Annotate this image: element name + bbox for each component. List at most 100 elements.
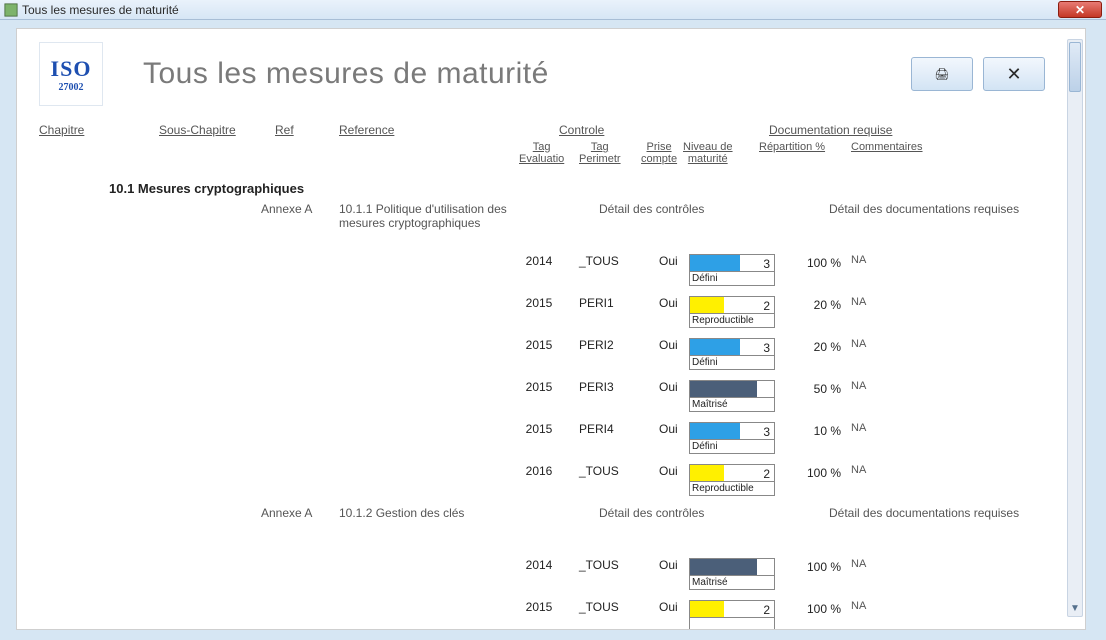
- niveau-label: Défini: [689, 272, 775, 286]
- subcol-repartition: Répartition %: [759, 141, 825, 153]
- refs-container: Annexe A 10.1.1 Politique d'utilisation d…: [39, 202, 1045, 629]
- niveau-bar: 4: [689, 380, 775, 398]
- cell-tag-eval: 2015: [519, 338, 559, 352]
- niveau-bar: 2: [689, 464, 775, 482]
- detail-doc-link[interactable]: Détail des documentations requises: [829, 506, 1019, 520]
- niveau-label: Défini: [689, 356, 775, 370]
- data-row: 2015PERI4Oui3Défini10 %NA: [39, 422, 1045, 464]
- niveau-value: 3: [763, 425, 770, 439]
- cell-niveau: 4Maîtrisé: [689, 558, 775, 590]
- cell-repartition: 20 %: [791, 298, 841, 312]
- cell-tag-perim: _TOUS: [579, 600, 639, 614]
- cell-tag-eval: 2014: [519, 254, 559, 268]
- cell-niveau: 3Défini: [689, 338, 775, 370]
- cell-tag-eval: 2015: [519, 380, 559, 394]
- data-row: 2015PERI3Oui4Maîtrisé50 %NA: [39, 380, 1045, 422]
- data-row: 2016_TOUSOui2Reproductible100 %NA: [39, 464, 1045, 506]
- niveau-bar: 3: [689, 422, 775, 440]
- cell-prise: Oui: [659, 464, 689, 478]
- col-ref: Ref: [275, 123, 294, 137]
- report-header: ISO 27002 Tous les mesures de maturité 🖨…: [39, 39, 1045, 109]
- annexe-label: Annexe A: [261, 202, 312, 216]
- cell-tag-eval: 2015: [519, 296, 559, 310]
- detail-controles-link[interactable]: Détail des contrôles: [599, 202, 704, 216]
- niveau-label: Défini: [689, 440, 775, 454]
- cell-niveau: 2Reproductible: [689, 296, 775, 328]
- logo-27002-text: 27002: [59, 82, 84, 93]
- logo-iso-text: ISO: [51, 56, 92, 82]
- scroll-thumb[interactable]: [1069, 42, 1081, 92]
- cell-tag-perim: PERI2: [579, 338, 639, 352]
- iso-logo: ISO 27002: [39, 42, 103, 106]
- niveau-bar: 2: [689, 600, 775, 618]
- report-body: ISO 27002 Tous les mesures de maturité 🖨…: [17, 29, 1067, 629]
- niveau-bar: 3: [689, 254, 775, 272]
- cell-commentaire: NA: [851, 422, 866, 434]
- data-row: 2015PERI1Oui2Reproductible20 %NA: [39, 296, 1045, 338]
- window-title: Tous les mesures de maturité: [22, 3, 179, 17]
- reference-title: 10.1.1 Politique d'utilisation des mesur…: [339, 202, 539, 230]
- annexe-label: Annexe A: [261, 506, 312, 520]
- cell-niveau: 3Défini: [689, 422, 775, 454]
- cell-prise: Oui: [659, 338, 689, 352]
- niveau-value: 2: [763, 467, 770, 481]
- subcol-tag-eval: TagEvaluatio: [519, 141, 564, 165]
- report-panel: ISO 27002 Tous les mesures de maturité 🖨…: [16, 28, 1086, 630]
- cell-niveau: 3Défini: [689, 254, 775, 286]
- client-area: ISO 27002 Tous les mesures de maturité 🖨…: [0, 20, 1106, 640]
- printer-icon: 🖨: [934, 67, 949, 81]
- cell-tag-perim: PERI3: [579, 380, 639, 394]
- reference-row: Annexe A10.1.2 Gestion des clésDétail de…: [39, 506, 1045, 536]
- niveau-label: Reproductible: [689, 314, 775, 328]
- niveau-label: [689, 618, 775, 629]
- cell-prise: Oui: [659, 380, 689, 394]
- cell-tag-eval: 2014: [519, 558, 559, 572]
- cell-prise: Oui: [659, 558, 689, 572]
- niveau-bar: 2: [689, 296, 775, 314]
- close-button[interactable]: ✕: [983, 57, 1045, 91]
- niveau-value: 4: [763, 561, 770, 575]
- cell-tag-perim: PERI1: [579, 296, 639, 310]
- detail-doc-link[interactable]: Détail des documentations requises: [829, 202, 1019, 216]
- niveau-value: 2: [763, 603, 770, 617]
- detail-controles-link[interactable]: Détail des contrôles: [599, 506, 704, 520]
- cell-prise: Oui: [659, 254, 689, 268]
- app-icon: [4, 3, 18, 17]
- sub-column-headers: TagEvaluatio TagPerimetr Prisecompte Niv…: [39, 141, 1045, 167]
- col-controle: Controle: [559, 123, 604, 137]
- cell-commentaire: NA: [851, 296, 866, 308]
- cell-repartition: 100 %: [791, 466, 841, 480]
- cell-repartition: 100 %: [791, 602, 841, 616]
- subcol-commentaires: Commentaires: [851, 141, 923, 153]
- cell-prise: Oui: [659, 600, 689, 614]
- cell-prise: Oui: [659, 296, 689, 310]
- cell-tag-eval: 2015: [519, 600, 559, 614]
- cell-tag-eval: 2016: [519, 464, 559, 478]
- cell-niveau: 2: [689, 600, 775, 629]
- cell-commentaire: NA: [851, 558, 866, 570]
- subcol-prise: Prisecompte: [641, 141, 677, 165]
- scroll-down-arrow[interactable]: ▼: [1068, 602, 1082, 616]
- cell-commentaire: NA: [851, 254, 866, 266]
- niveau-bar: 4: [689, 558, 775, 576]
- vertical-scrollbar[interactable]: ▲ ▼: [1067, 39, 1083, 617]
- col-sous-chapitre: Sous-Chapitre: [159, 123, 236, 137]
- cell-prise: Oui: [659, 422, 689, 436]
- cell-tag-perim: _TOUS: [579, 254, 639, 268]
- niveau-value: 2: [763, 299, 770, 313]
- niveau-value: 3: [763, 341, 770, 355]
- cell-commentaire: NA: [851, 600, 866, 612]
- cell-niveau: 4Maîtrisé: [689, 380, 775, 412]
- subcol-tag-perim: TagPerimetr: [579, 141, 621, 165]
- cell-tag-perim: _TOUS: [579, 464, 639, 478]
- data-row: 2014 _TOUS Oui3Défini 100 % NA: [39, 254, 1045, 296]
- cell-repartition: 20 %: [791, 340, 841, 354]
- cell-repartition: 100 %: [791, 256, 841, 270]
- window-close-button[interactable]: ✕: [1058, 1, 1102, 18]
- col-chapitre: Chapitre: [39, 123, 84, 137]
- cell-commentaire: NA: [851, 338, 866, 350]
- print-button[interactable]: 🖨: [911, 57, 973, 91]
- cell-tag-eval: 2015: [519, 422, 559, 436]
- cell-niveau: 2Reproductible: [689, 464, 775, 496]
- data-row: 2015PERI2Oui3Défini20 %NA: [39, 338, 1045, 380]
